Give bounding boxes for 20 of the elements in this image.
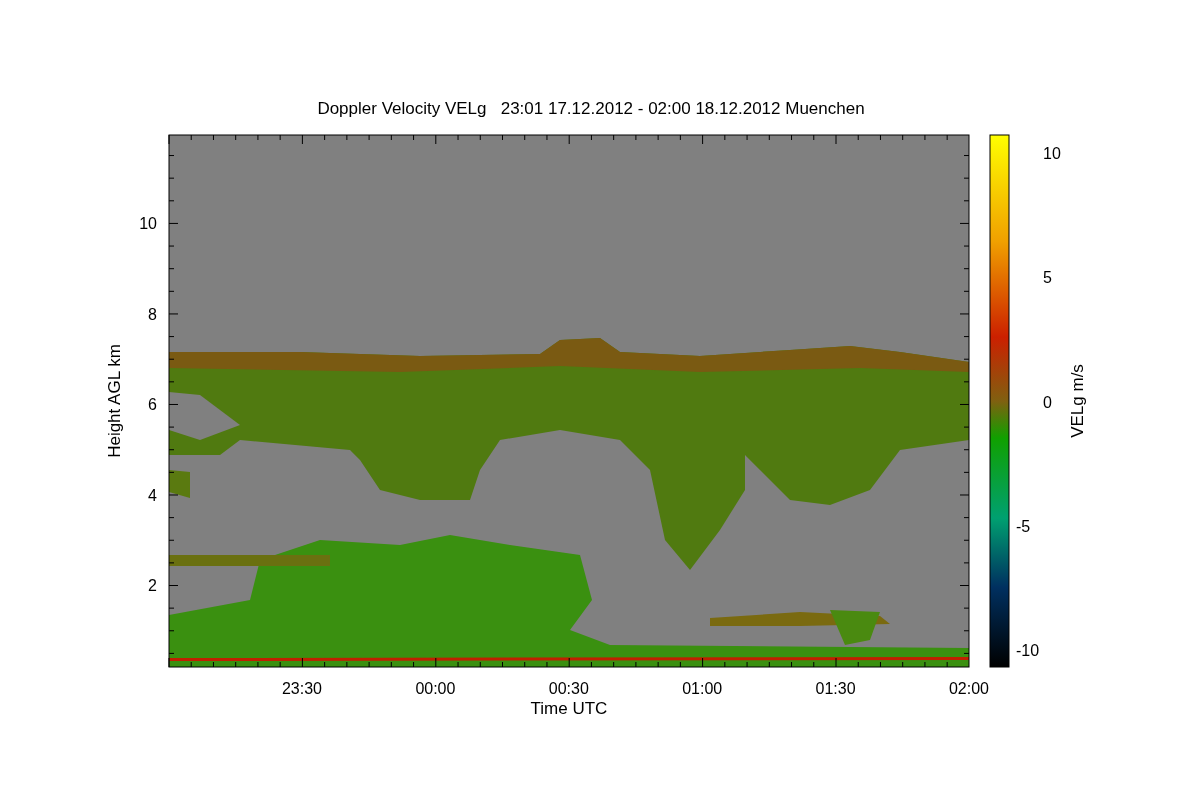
colorbar-tick-label: 0: [1043, 393, 1052, 411]
x-tick-label: 00:30: [548, 680, 589, 697]
colorbar-tick-label: -5: [1016, 517, 1031, 535]
y-tick-label: 10: [139, 215, 157, 232]
x-tick-label: 02:00: [949, 680, 989, 697]
y-axis-label: Height AGL km: [105, 344, 124, 458]
colorbar-tick-label: 10: [1043, 145, 1061, 162]
x-tick-label: 01:30: [815, 680, 856, 697]
colorbar-label: VELg m/s: [1068, 364, 1087, 438]
colorbar-tick-label: -10: [1016, 642, 1040, 659]
colorbar-tick-label: 5: [1043, 269, 1052, 287]
y-tick-label: 8: [148, 305, 157, 323]
x-axis-label: Time UTC: [530, 699, 608, 718]
y-tick-label: 2: [148, 577, 157, 594]
x-tick-label: 23:30: [282, 680, 322, 697]
y-tick-label: 6: [148, 396, 157, 413]
chart-title: Doppler Velocity VELg 23:01 17.12.2012 - 02:00 18.12.2012 Muenchen: [317, 99, 865, 118]
x-tick-label: 00:00: [415, 680, 456, 697]
y-tick-label: 4: [148, 486, 157, 504]
x-tick-label: 01:00: [682, 680, 723, 697]
